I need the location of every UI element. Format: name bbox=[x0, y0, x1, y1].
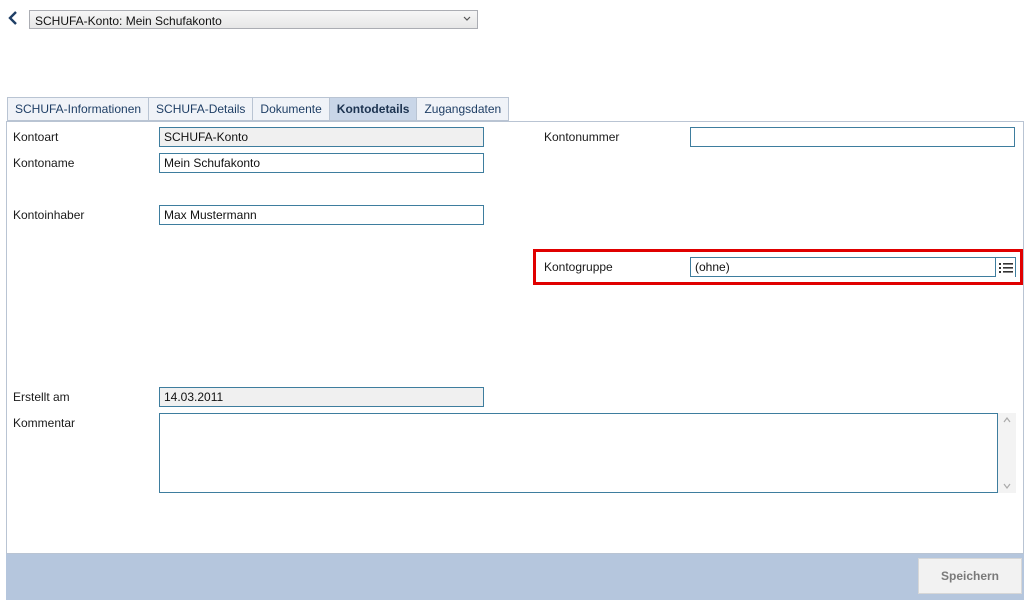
kontogruppe-list-button[interactable] bbox=[995, 258, 1015, 277]
kommentar-textarea[interactable] bbox=[159, 413, 998, 493]
back-button[interactable] bbox=[6, 9, 20, 27]
kontoinhaber-label: Kontoinhaber bbox=[13, 208, 85, 222]
kommentar-label: Kommentar bbox=[13, 416, 76, 430]
chevron-down-icon[interactable] bbox=[1003, 483, 1011, 489]
save-button[interactable]: Speichern bbox=[918, 558, 1022, 594]
kontogruppe-field[interactable]: (ohne) bbox=[690, 257, 1016, 277]
kontoinhaber-field[interactable]: Max Mustermann bbox=[159, 205, 484, 225]
tab-zugangsdaten[interactable]: Zugangsdaten bbox=[416, 97, 510, 121]
kontoname-field[interactable]: Mein Schufakonto bbox=[159, 153, 484, 173]
footer-bar bbox=[6, 554, 1024, 600]
erstellt-am-label: Erstellt am bbox=[13, 390, 70, 404]
tab-bar: SCHUFA-Informationen SCHUFA-Details Doku… bbox=[7, 97, 510, 121]
chevron-left-icon bbox=[8, 11, 17, 25]
erstellt-am-field: 14.03.2011 bbox=[159, 387, 484, 407]
tab-dokumente[interactable]: Dokumente bbox=[252, 97, 329, 121]
tab-kontodetails[interactable]: Kontodetails bbox=[328, 97, 417, 121]
list-icon bbox=[998, 262, 1013, 273]
kontoart-label: Kontoart bbox=[13, 130, 59, 144]
kommentar-scrollbar[interactable] bbox=[998, 413, 1016, 493]
tab-schufa-informationen[interactable]: SCHUFA-Informationen bbox=[7, 97, 149, 121]
kontonummer-field[interactable] bbox=[690, 127, 1015, 147]
chevron-up-icon[interactable] bbox=[1003, 417, 1011, 423]
chevron-down-icon bbox=[463, 16, 471, 21]
account-select-value: SCHUFA-Konto: Mein Schufakonto bbox=[35, 14, 222, 28]
kontoart-field: SCHUFA-Konto bbox=[159, 127, 484, 147]
kontonummer-label: Kontonummer bbox=[544, 130, 620, 144]
account-select[interactable]: SCHUFA-Konto: Mein Schufakonto bbox=[29, 10, 478, 29]
tab-schufa-details[interactable]: SCHUFA-Details bbox=[148, 97, 253, 121]
kontoname-label: Kontoname bbox=[13, 156, 75, 170]
kontogruppe-label: Kontogruppe bbox=[544, 260, 613, 274]
